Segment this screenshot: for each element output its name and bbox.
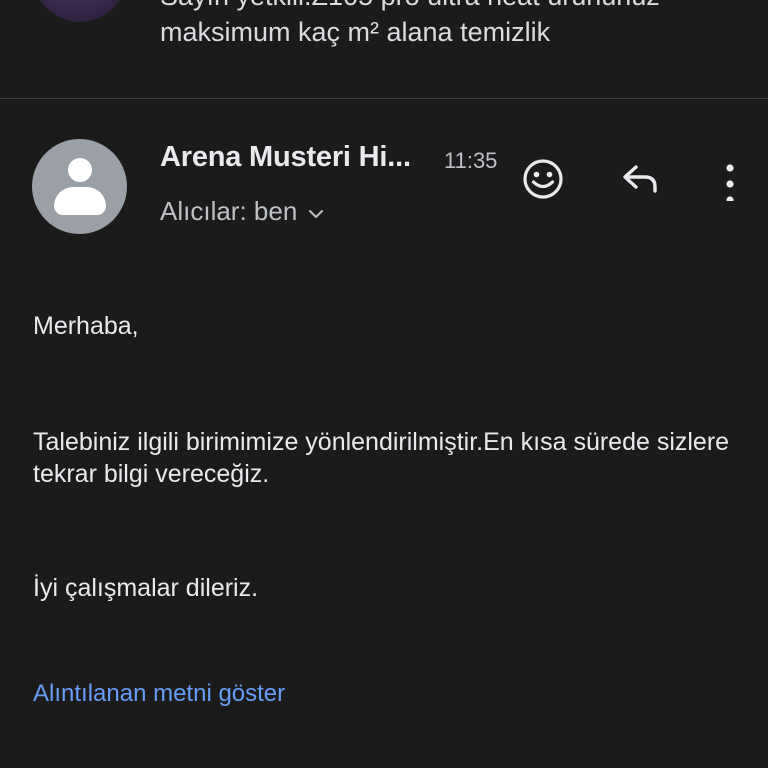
- email-thread-screen: Sayın yetkili.Z105 pro ultra heat ürünün…: [0, 0, 768, 768]
- previous-message-snippet: Sayın yetkili.Z105 pro ultra heat ürünün…: [160, 0, 720, 50]
- previous-message[interactable]: Sayın yetkili.Z105 pro ultra heat ürünün…: [0, 0, 768, 98]
- message-time: 11:35: [444, 148, 498, 173]
- add-reaction-button[interactable]: [515, 151, 571, 207]
- show-quoted-text-link[interactable]: Alıntılanan metni göster: [33, 680, 285, 708]
- snippet-line-2: maksimum kaç m² alana temizlik: [160, 17, 551, 47]
- more-vert-icon: [726, 164, 734, 201]
- avatar-person-icon-body: [54, 187, 106, 215]
- reply-icon: [623, 165, 657, 193]
- body-greeting: Merhaba,: [33, 312, 139, 340]
- body-closing: İyi çalışmalar dileriz.: [33, 574, 259, 602]
- recipients-toggle[interactable]: Alıcılar: ben: [160, 196, 325, 227]
- smiley-icon: [523, 159, 563, 199]
- message-divider: [0, 98, 768, 99]
- recipients-label: Alıcılar: ben: [160, 196, 298, 226]
- more-options-button[interactable]: [696, 151, 752, 207]
- snippet-line-1: Sayın yetkili.Z105 pro ultra heat ürünün…: [160, 0, 720, 14]
- reply-button[interactable]: [612, 151, 668, 207]
- previous-sender-avatar: [33, 0, 127, 22]
- chevron-down-icon: [309, 209, 324, 218]
- body-main-text: Talebiniz ilgili birimimize yönlendirilm…: [33, 428, 730, 488]
- sender-avatar[interactable]: [32, 139, 127, 234]
- sender-name[interactable]: Arena Musteri Hi...: [160, 141, 411, 174]
- avatar-person-icon-head: [68, 158, 92, 182]
